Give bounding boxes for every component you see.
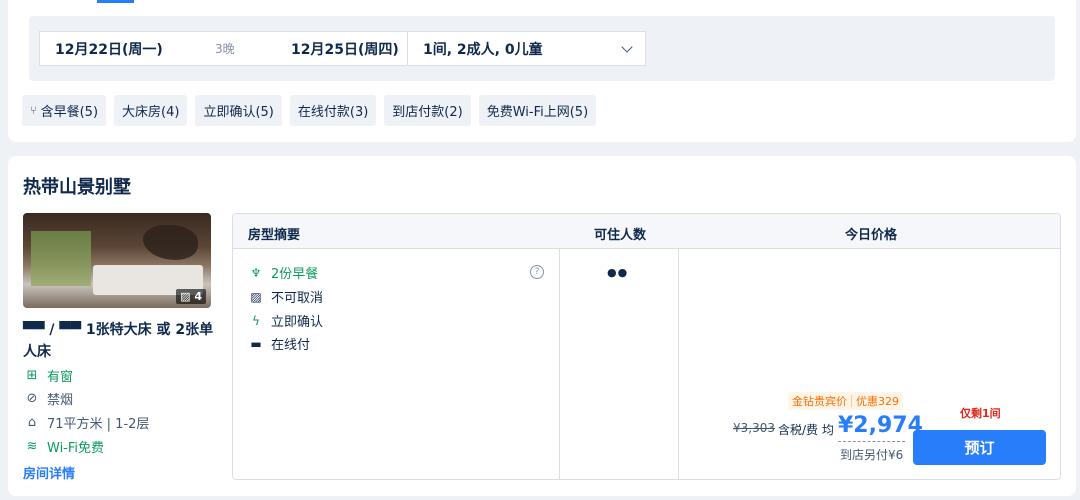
filter-instant-confirm[interactable]: 立即确认(5) bbox=[195, 95, 282, 126]
breakfast-icon: ⑂ bbox=[30, 104, 37, 117]
table-header: 房型摘要 可住人数 今日价格 bbox=[233, 214, 1060, 249]
card-icon: ▬ bbox=[250, 336, 262, 351]
tab-indicator bbox=[97, 0, 134, 3]
nights-count: 3晚 bbox=[215, 42, 235, 56]
tax-label: 含税/费 均 bbox=[778, 423, 834, 437]
filter-bar: ⑂ 含早餐(5) 大床房(4) 立即确认(5) 在线付款(3) 到店付款(2) 免… bbox=[22, 95, 597, 126]
utensils-icon: ♆ bbox=[250, 265, 262, 280]
filter-king-bed[interactable]: 大床房(4) bbox=[114, 95, 188, 126]
original-price: ¥3,303 bbox=[733, 421, 775, 435]
bed-description: ▀▀ / ▀▀ 1张特大床 或 2张单人床 bbox=[23, 322, 214, 360]
chevron-down-icon bbox=[621, 40, 633, 53]
discount-tag: 优惠329 bbox=[856, 395, 899, 408]
header-summary: 房型摘要 bbox=[248, 228, 301, 243]
king-bed-icon: ▀▀ bbox=[23, 322, 45, 338]
header-occupancy: 可住人数 bbox=[594, 228, 647, 243]
area-icon: ⌂ bbox=[27, 415, 37, 430]
room-details-link[interactable]: 房间详情 bbox=[23, 463, 75, 482]
feature-wifi: ≋ Wi-Fi免费 bbox=[23, 437, 104, 456]
no-cancel-icon: ▨ bbox=[250, 289, 262, 304]
perk-non-refundable: ▨ 不可取消 bbox=[248, 287, 323, 307]
search-card: 12月22日(周一) 3晚 12月25日(周四) 1间, 2成人, 0儿童 ⑂ 含… bbox=[8, 0, 1076, 142]
header-price: 今日价格 bbox=[845, 228, 898, 243]
date-range-picker[interactable]: 12月22日(周一) 3晚 12月25日(周四) bbox=[39, 31, 407, 66]
person-icon: ● bbox=[607, 266, 618, 279]
occupancy-icons: ●● bbox=[607, 266, 628, 279]
checkin-date[interactable]: 12月22日(周一) bbox=[55, 39, 163, 59]
promo-tag: 金钻贵宾价 bbox=[792, 395, 847, 408]
filter-online-pay[interactable]: 在线付款(3) bbox=[289, 95, 377, 126]
perk-instant-confirm: ϟ 立即确认 bbox=[248, 311, 323, 331]
photo-count-badge: ▨ 4 bbox=[176, 289, 206, 304]
twin-bed-icon: ▀▀ bbox=[59, 322, 81, 338]
no-smoking-icon: ⊘ bbox=[26, 391, 38, 406]
room-photo[interactable]: ▨ 4 bbox=[23, 213, 211, 308]
filter-free-wifi[interactable]: 免费Wi-Fi上网(5) bbox=[478, 95, 597, 126]
feature-window: ⊞ 有窗 bbox=[23, 366, 73, 385]
pay-at-hotel-fee: 到店另付¥6 bbox=[840, 448, 904, 462]
perk-breakfast: ♆ 2份早餐 bbox=[248, 263, 319, 283]
book-button[interactable]: 预订 bbox=[913, 430, 1046, 465]
current-price: ¥2,974 bbox=[838, 413, 923, 438]
person-icon: ● bbox=[617, 266, 629, 279]
feature-area: ⌂ 71平方米 | 1-2层 bbox=[23, 413, 150, 432]
checkout-date[interactable]: 12月25日(周四) bbox=[291, 39, 399, 59]
availability-warning: 仅剩1间 bbox=[960, 407, 1001, 420]
wifi-icon: ≋ bbox=[26, 439, 38, 454]
room-type-title: 热带山景别墅 bbox=[23, 177, 131, 198]
guest-selector[interactable]: 1间, 2成人, 0儿童 bbox=[407, 31, 646, 66]
rate-table: 房型摘要 可住人数 今日价格 ♆ 2份早餐 ▨ 不可取消 ϟ 立即确认 ▬ 在线付 ? … bbox=[232, 213, 1061, 480]
guest-summary: 1间, 2成人, 0儿童 bbox=[423, 41, 543, 58]
promo-badge: 金钻贵宾价 优惠329 bbox=[788, 392, 903, 410]
search-bar: 12月22日(周一) 3晚 12月25日(周四) 1间, 2成人, 0儿童 bbox=[29, 16, 1055, 81]
room-card: 热带山景别墅 ▨ 4 ▀▀ / ▀▀ 1张特大床 或 2张单人床 ⊞ 有窗 ⊘ 禁烟… bbox=[8, 156, 1076, 496]
info-icon[interactable]: ? bbox=[530, 265, 544, 279]
window-icon: ⊞ bbox=[26, 368, 38, 383]
filter-pay-at-hotel[interactable]: 到店付款(2) bbox=[384, 95, 471, 126]
image-icon: ▨ bbox=[180, 290, 191, 303]
filter-breakfast[interactable]: ⑂ 含早餐(5) bbox=[22, 95, 107, 126]
feature-no-smoking: ⊘ 禁烟 bbox=[23, 389, 73, 408]
lightning-icon: ϟ bbox=[252, 313, 260, 328]
perk-online-pay: ▬ 在线付 bbox=[248, 334, 310, 354]
